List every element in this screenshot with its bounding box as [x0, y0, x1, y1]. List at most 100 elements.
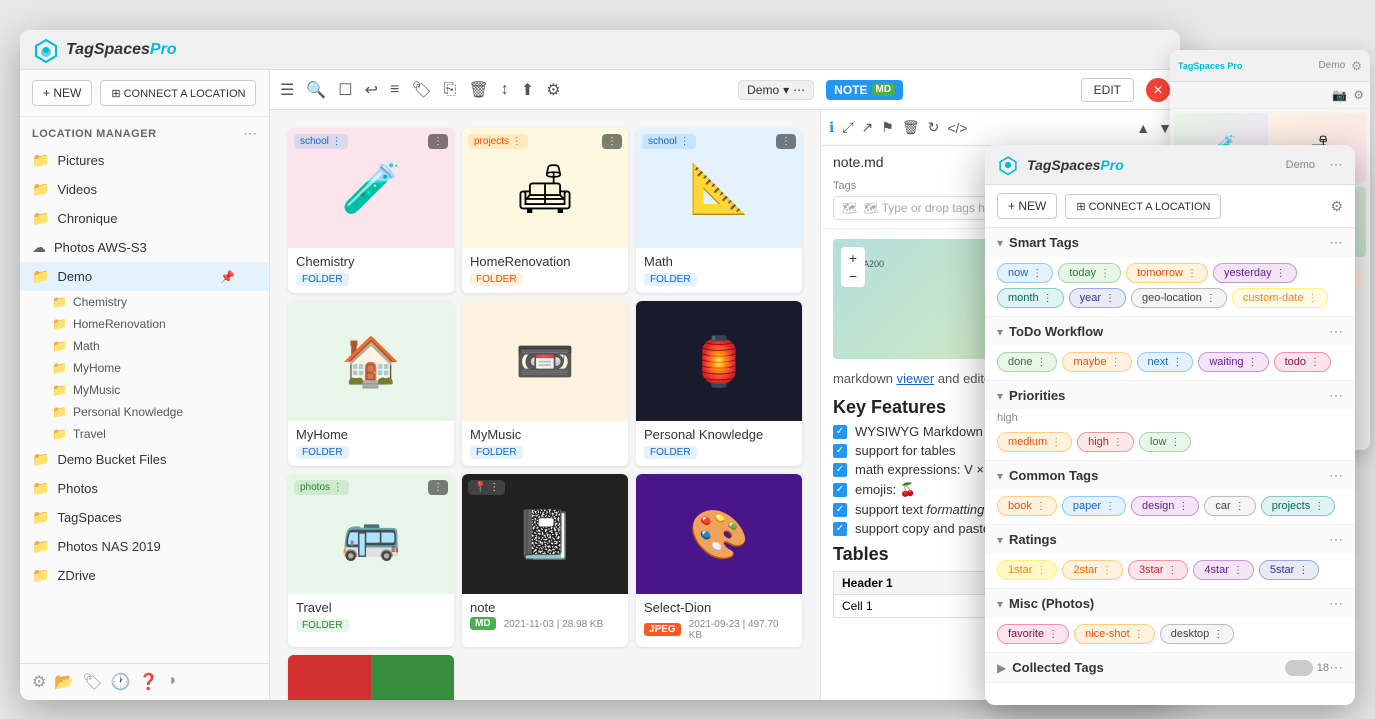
- bookmark-icon[interactable]: ⚑: [881, 119, 894, 136]
- todo-more[interactable]: ⋯: [1329, 323, 1343, 340]
- collected-tags-header[interactable]: ▶ Collected Tags 18 ⋯: [985, 653, 1355, 682]
- settings-icon[interactable]: ⚙: [32, 672, 46, 692]
- tag-2star[interactable]: 2star ⋮: [1062, 560, 1122, 580]
- sidebar-subitem-homerenovation[interactable]: 📁 HomeRenovation: [20, 313, 269, 335]
- tag-1star[interactable]: 1star ⋮: [997, 560, 1057, 580]
- collected-toggle[interactable]: [1285, 660, 1313, 676]
- code-icon[interactable]: </>: [947, 120, 967, 136]
- copy-icon[interactable]: ⎘: [444, 81, 457, 99]
- tag-done[interactable]: done ⋮: [997, 352, 1057, 372]
- upload-icon[interactable]: ⬆: [521, 80, 534, 100]
- tag-window-more[interactable]: ⋯: [1329, 156, 1343, 173]
- sidebar-subitem-myhome[interactable]: 📁 MyHome: [20, 357, 269, 379]
- history-icon[interactable]: 🕐: [111, 672, 131, 692]
- tag-high[interactable]: high ⋮: [1077, 432, 1134, 452]
- tag-waiting[interactable]: waiting ⋮: [1198, 352, 1268, 372]
- file-card-note[interactable]: 📓 📍 ⋮ note MD 2021-11-03 | 28.98 KB: [462, 474, 628, 647]
- tag-desktop[interactable]: desktop ⋮: [1160, 624, 1235, 644]
- file-actions-math[interactable]: ⋮: [776, 134, 796, 149]
- file-actions-chemistry[interactable]: ⋮: [428, 134, 448, 149]
- tag-now[interactable]: now ⋮: [997, 263, 1053, 283]
- search-icon[interactable]: 🔍: [306, 80, 326, 100]
- misc-photos-more[interactable]: ⋯: [1329, 595, 1343, 612]
- sidebar-item-videos[interactable]: 📁 Videos ⋯: [20, 175, 269, 204]
- chevron-up-icon[interactable]: ▲: [1136, 120, 1150, 136]
- priorities-more[interactable]: ⋯: [1329, 387, 1343, 404]
- tag-geo-location[interactable]: geo-location ⋮: [1131, 288, 1227, 308]
- zoom-in-button[interactable]: +: [843, 249, 863, 267]
- back-icon[interactable]: ↩: [365, 80, 378, 100]
- file-card-math[interactable]: 📐 school ⋮ ⋮ Math FOLDER: [636, 128, 802, 293]
- tag-nice-shot[interactable]: nice-shot ⋮: [1074, 624, 1155, 644]
- tag-today[interactable]: today ⋮: [1058, 263, 1121, 283]
- sidebar-item-chronique[interactable]: 📁 Chronique ⋯: [20, 204, 269, 233]
- sidebar-item-demo-bucket[interactable]: 📁 Demo Bucket Files ⋯: [20, 445, 269, 474]
- tag-next[interactable]: next ⋮: [1137, 352, 1194, 372]
- more-icon[interactable]: ⚙: [546, 80, 560, 100]
- tag-icon[interactable]: 🏷: [82, 672, 102, 692]
- demo-badge[interactable]: Demo ▾ ⋯: [738, 80, 814, 100]
- close-button[interactable]: ✕: [1146, 78, 1170, 102]
- tag-4star[interactable]: 4star ⋮: [1193, 560, 1253, 580]
- smart-tags-header[interactable]: ▾ Smart Tags ⋯: [985, 228, 1355, 257]
- tag-window-connect-button[interactable]: ⊞ CONNECT A LOCATION: [1065, 194, 1221, 219]
- file-card-myhome[interactable]: 🏠 MyHome FOLDER: [288, 301, 454, 466]
- tag-book[interactable]: book ⋮: [997, 496, 1057, 516]
- zoom-out-button[interactable]: −: [843, 267, 863, 285]
- common-tags-header[interactable]: ▾ Common Tags ⋯: [985, 461, 1355, 490]
- sidebar-item-demo[interactable]: 📁 Demo 📌 ⋯: [20, 262, 269, 291]
- file-actions-travel[interactable]: ⋮: [428, 480, 448, 495]
- ratings-more[interactable]: ⋯: [1329, 531, 1343, 548]
- tag-year[interactable]: year ⋮: [1069, 288, 1126, 308]
- location-manager-more[interactable]: ⋯: [243, 125, 257, 142]
- file-card-mymusic[interactable]: 📼 MyMusic FOLDER: [462, 301, 628, 466]
- sidebar-item-photos-nas[interactable]: 📁 Photos NAS 2019 ⋯: [20, 532, 269, 561]
- tag-month[interactable]: month ⋮: [997, 288, 1064, 308]
- tag-projects[interactable]: projects ⋮: [1261, 496, 1336, 516]
- folder-open-icon[interactable]: 📂: [54, 672, 74, 692]
- sort-icon[interactable]: ↕: [501, 81, 509, 99]
- file-card-homerenovation[interactable]: 🛋 projects ⋮ ⋮ HomeRenovation FOLDER: [462, 128, 628, 293]
- external-link-icon[interactable]: ↗: [862, 119, 874, 136]
- sidebar-item-photos-aws[interactable]: ☁ Photos AWS-S3 ⋯: [20, 233, 269, 262]
- delete-icon[interactable]: 🗑: [468, 80, 488, 100]
- file-card-select-dion[interactable]: 🎨 Select-Dion JPEG 2021-09-23 | 497.70 K…: [636, 474, 802, 647]
- tag-design[interactable]: design ⋮: [1131, 496, 1199, 516]
- tag-maybe[interactable]: maybe ⋮: [1062, 352, 1131, 372]
- fullscreen-icon[interactable]: ⤢: [842, 119, 853, 136]
- tag-medium[interactable]: medium ⋮: [997, 432, 1072, 452]
- sidebar-item-photos[interactable]: 📁 Photos ⋯: [20, 474, 269, 503]
- tag-todo[interactable]: todo ⋮: [1274, 352, 1331, 372]
- sidebar-subitem-travel[interactable]: 📁 Travel: [20, 423, 269, 445]
- tag-tomorrow[interactable]: tomorrow ⋮: [1126, 263, 1208, 283]
- sidebar-subitem-mymusic[interactable]: 📁 MyMusic: [20, 379, 269, 401]
- sidebar-item-zdrive[interactable]: 📁 ZDrive ⋯: [20, 561, 269, 590]
- trash-icon[interactable]: 🗑: [902, 119, 920, 136]
- sidebar-subitem-math[interactable]: 📁 Math: [20, 335, 269, 357]
- select-all-icon[interactable]: ☐: [338, 80, 352, 100]
- tag-low[interactable]: low ⋮: [1139, 432, 1192, 452]
- file-card-abstract[interactable]: [288, 655, 454, 700]
- file-actions-homerenovation[interactable]: ⋮: [602, 134, 622, 149]
- misc-photos-header[interactable]: ▾ Misc (Photos) ⋯: [985, 589, 1355, 618]
- tag-favorite[interactable]: favorite ⋮: [997, 624, 1069, 644]
- todo-header[interactable]: ▾ ToDo Workflow ⋯: [985, 317, 1355, 346]
- priorities-header[interactable]: ▾ Priorities ⋯: [985, 381, 1355, 410]
- new-button[interactable]: + NEW: [32, 80, 92, 106]
- hamburger-icon[interactable]: ☰: [280, 80, 294, 100]
- file-card-travel[interactable]: 🚌 photos ⋮ ⋮ Travel FOLDER: [288, 474, 454, 647]
- smart-tags-more[interactable]: ⋯: [1329, 234, 1343, 251]
- tag-filter-icon[interactable]: 🏷: [411, 80, 431, 100]
- file-card-chemistry[interactable]: 🧪 school ⋮ ⋮ Chemistry FOLDER: [288, 128, 454, 293]
- info-icon[interactable]: ℹ: [829, 119, 834, 136]
- sidebar-item-tagspaces[interactable]: 📁 TagSpaces ⋯: [20, 503, 269, 532]
- sidebar-subitem-personal-knowledge[interactable]: 📁 Personal Knowledge: [20, 401, 269, 423]
- file-card-personal-knowledge[interactable]: 🏮 Personal Knowledge FOLDER: [636, 301, 802, 466]
- tag-window-new-button[interactable]: + NEW: [997, 193, 1057, 219]
- connect-button[interactable]: ⊞ CONNECT A LOCATION: [100, 80, 256, 106]
- ratings-header[interactable]: ▾ Ratings ⋯: [985, 525, 1355, 554]
- list-view-icon[interactable]: ≡: [390, 81, 399, 99]
- tag-car[interactable]: car ⋮: [1204, 496, 1255, 516]
- edit-button[interactable]: EDIT: [1081, 78, 1134, 102]
- sidebar-item-pictures[interactable]: 📁 Pictures ⋯: [20, 146, 269, 175]
